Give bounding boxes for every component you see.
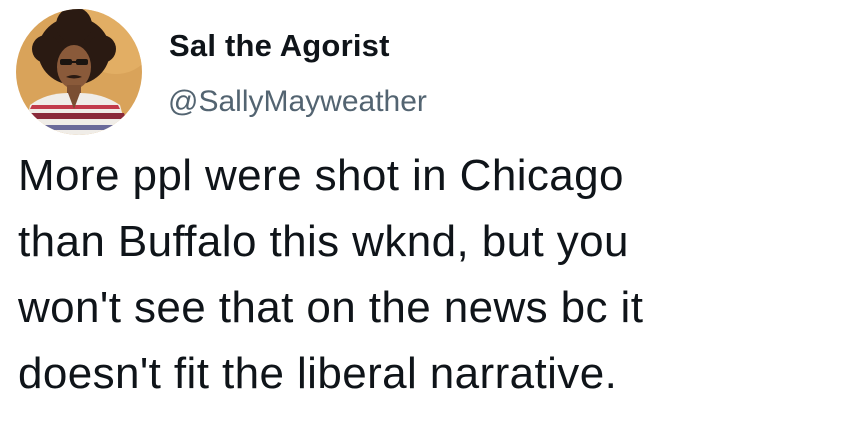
tweet-text: More ppl were shot in Chicago than Buffa… — [18, 143, 848, 407]
tweet-card: Sal the Agorist @SallyMayweather More pp… — [0, 0, 860, 442]
user-avatar[interactable] — [16, 9, 142, 135]
tweet-text-line: than Buffalo this wknd, but you — [18, 217, 629, 266]
tweet-text-line: won't see that on the news bc it — [18, 283, 644, 332]
tweet-text-line: doesn't fit the liberal narrative. — [18, 349, 618, 398]
avatar-portrait-icon — [16, 9, 142, 135]
author-display-name[interactable]: Sal the Agorist — [169, 28, 390, 64]
tweet-text-line: More ppl were shot in Chicago — [18, 151, 624, 200]
author-handle[interactable]: @SallyMayweather — [168, 84, 427, 120]
